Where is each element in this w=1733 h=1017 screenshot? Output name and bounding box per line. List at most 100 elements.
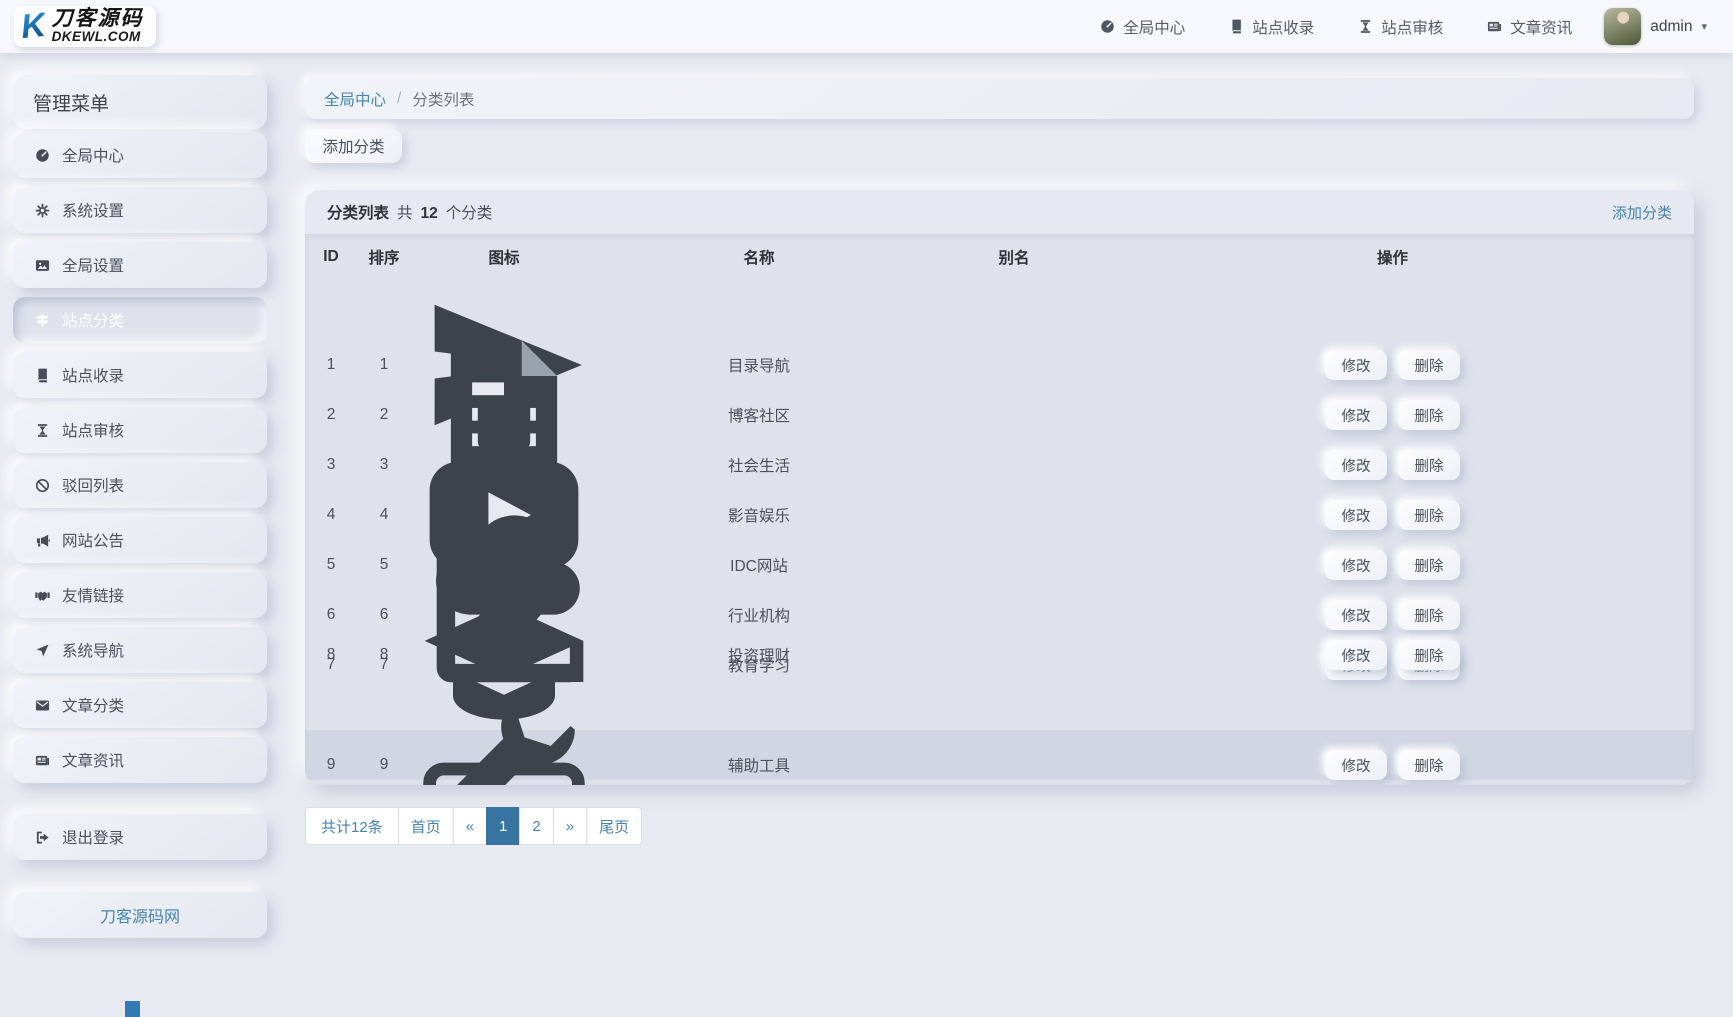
delete-button[interactable]: 删除 [1398, 600, 1460, 630]
cell-order: 6 [349, 606, 419, 624]
header-nav-global-center[interactable]: 全局中心 [1100, 16, 1185, 38]
nav-label: 文章资讯 [1510, 16, 1572, 38]
panel-title-text: 分类列表 [327, 205, 389, 222]
sidebar-item-site-review[interactable]: 站点审核 [13, 407, 267, 453]
edit-button[interactable]: 修改 [1325, 640, 1387, 670]
dashboard-icon [1100, 19, 1115, 34]
edit-button[interactable]: 修改 [1325, 600, 1387, 630]
edit-button[interactable]: 修改 [1325, 450, 1387, 480]
sidebar-item-label: 文章资讯 [62, 749, 124, 771]
delete-button[interactable]: 删除 [1398, 550, 1460, 580]
sidebar-item-site-announcement[interactable]: 网站公告 [13, 517, 267, 563]
edit-button[interactable]: 修改 [1325, 350, 1387, 380]
sidebar-item-system-navigation[interactable]: 系统导航 [13, 627, 267, 673]
cell-id: 3 [313, 456, 349, 474]
nav-label: 全局中心 [1123, 16, 1185, 38]
sidebar-item-label: 系统导航 [62, 639, 124, 661]
dashboard-icon [33, 148, 51, 163]
hourglass-icon [33, 423, 51, 438]
sidebar-item-site-included[interactable]: 站点收录 [13, 352, 267, 398]
table-body: 11目录导航修改删除22博客社区修改删除33社会生活修改删除44影音娱乐修改删除… [305, 280, 1694, 780]
sidebar-item-system-settings[interactable]: 系统设置 [13, 187, 267, 233]
book-icon [33, 368, 51, 383]
column-header: 排序 [349, 246, 419, 268]
delete-button[interactable]: 删除 [1398, 450, 1460, 480]
table-row: 99辅助工具修改删除 [305, 680, 1694, 730]
book-icon [1229, 19, 1244, 34]
breadcrumb: 全局中心 / 分类列表 [305, 78, 1694, 119]
panel-count-suffix: 个分类 [446, 205, 493, 222]
cell-name: 辅助工具 [589, 754, 929, 776]
sidebar-item-label: 站点收录 [62, 364, 124, 386]
cell-name: 影音娱乐 [589, 504, 929, 526]
pagination-next[interactable]: » [553, 807, 587, 845]
sidebar-item-global-settings[interactable]: 全局设置 [13, 242, 267, 288]
delete-button[interactable]: 删除 [1398, 350, 1460, 380]
cell-order: 8 [349, 646, 419, 664]
row-actions: 修改删除 [1099, 500, 1686, 530]
edit-button[interactable]: 修改 [1325, 500, 1387, 530]
column-header: 图标 [419, 246, 589, 268]
sidebar-item-friend-links[interactable]: 友情链接 [13, 572, 267, 618]
category-table: ID排序图标名称别名操作 11目录导航修改删除22博客社区修改删除33社会生活修… [305, 234, 1694, 785]
cell-name: 博客社区 [589, 404, 929, 426]
site-logo[interactable]: K 刀客源码 DKEWL.COM [14, 6, 156, 47]
delete-button[interactable]: 删除 [1398, 640, 1460, 670]
yen-icon: ¥ [419, 646, 589, 664]
add-category-link[interactable]: 添加分类 [1612, 202, 1672, 223]
panel-title: 分类列表共12个分类 [327, 201, 492, 223]
logo-title: 刀客源码 [52, 7, 144, 30]
breadcrumb-current: 分类列表 [412, 88, 474, 110]
header-nav-site-review[interactable]: 站点审核 [1358, 16, 1443, 38]
sidebar-item-article-news[interactable]: 文章资讯 [13, 737, 267, 783]
sidebar-item-article-category[interactable]: 文章分类 [13, 682, 267, 728]
cell-order: 1 [349, 356, 419, 374]
sidebar-item-rejected-list[interactable]: 驳回列表 [13, 462, 267, 508]
sidebar-item-logout[interactable]: 退出登录 [13, 814, 267, 860]
header-nav-article-news[interactable]: 文章资讯 [1487, 16, 1572, 38]
cell-order: 2 [349, 406, 419, 424]
pagination-first[interactable]: 首页 [398, 807, 454, 845]
pagination-page-2[interactable]: 2 [519, 807, 553, 845]
nav-label: 站点审核 [1381, 16, 1443, 38]
pagination-page-1[interactable]: 1 [486, 807, 520, 845]
user-menu[interactable]: admin ▾ [1604, 8, 1707, 45]
edit-button[interactable]: 修改 [1325, 750, 1387, 780]
sidebar-item-label: 文章分类 [62, 694, 124, 716]
cell-name: 目录导航 [589, 354, 929, 376]
delete-button[interactable]: 删除 [1398, 750, 1460, 780]
ban-icon [33, 478, 51, 493]
header-nav-site-included[interactable]: 站点收录 [1229, 16, 1314, 38]
sidebar: 管理菜单 全局中心系统设置全局设置站点分类站点收录站点审核驳回列表网站公告友情链… [13, 75, 267, 938]
map-signs-icon [33, 313, 51, 328]
cell-order: 3 [349, 456, 419, 474]
delete-button[interactable]: 删除 [1398, 400, 1460, 430]
edit-button[interactable]: 修改 [1325, 400, 1387, 430]
table-header-row: ID排序图标名称别名操作 [305, 234, 1694, 280]
column-header: ID [313, 248, 349, 266]
column-header: 名称 [589, 246, 929, 268]
row-actions: 修改删除 [1099, 550, 1686, 580]
sidebar-item-global-center[interactable]: 全局中心 [13, 132, 267, 178]
pagination-last[interactable]: 尾页 [586, 807, 642, 845]
cell-order: 9 [349, 756, 419, 774]
sidebar-item-label: 站点审核 [62, 419, 124, 441]
breadcrumb-parent[interactable]: 全局中心 [324, 88, 386, 110]
cell-name: 行业机构 [589, 604, 929, 626]
sidebar-item-site-category[interactable]: 站点分类 [13, 297, 267, 343]
add-category-button[interactable]: 添加分类 [305, 129, 402, 163]
table-row: 11目录导航修改删除 [305, 280, 1694, 330]
edit-button[interactable]: 修改 [1325, 550, 1387, 580]
pagination-prev[interactable]: « [453, 807, 487, 845]
bottom-left-blue-badge[interactable] [125, 1001, 140, 1017]
sidebar-item-label: 退出登录 [62, 826, 124, 848]
sidebar-item-label: 全局设置 [62, 254, 124, 276]
logo-text: 刀客源码 DKEWL.COM [52, 7, 144, 45]
sidebar-item-label: 友情链接 [62, 584, 124, 606]
logo-domain: DKEWL.COM [52, 30, 144, 45]
bullhorn-icon [33, 533, 51, 548]
cell-id: 8 [313, 646, 349, 664]
delete-button[interactable]: 删除 [1398, 500, 1460, 530]
column-header: 操作 [1099, 246, 1686, 268]
site-footer-link[interactable]: 刀客源码网 [13, 892, 267, 938]
